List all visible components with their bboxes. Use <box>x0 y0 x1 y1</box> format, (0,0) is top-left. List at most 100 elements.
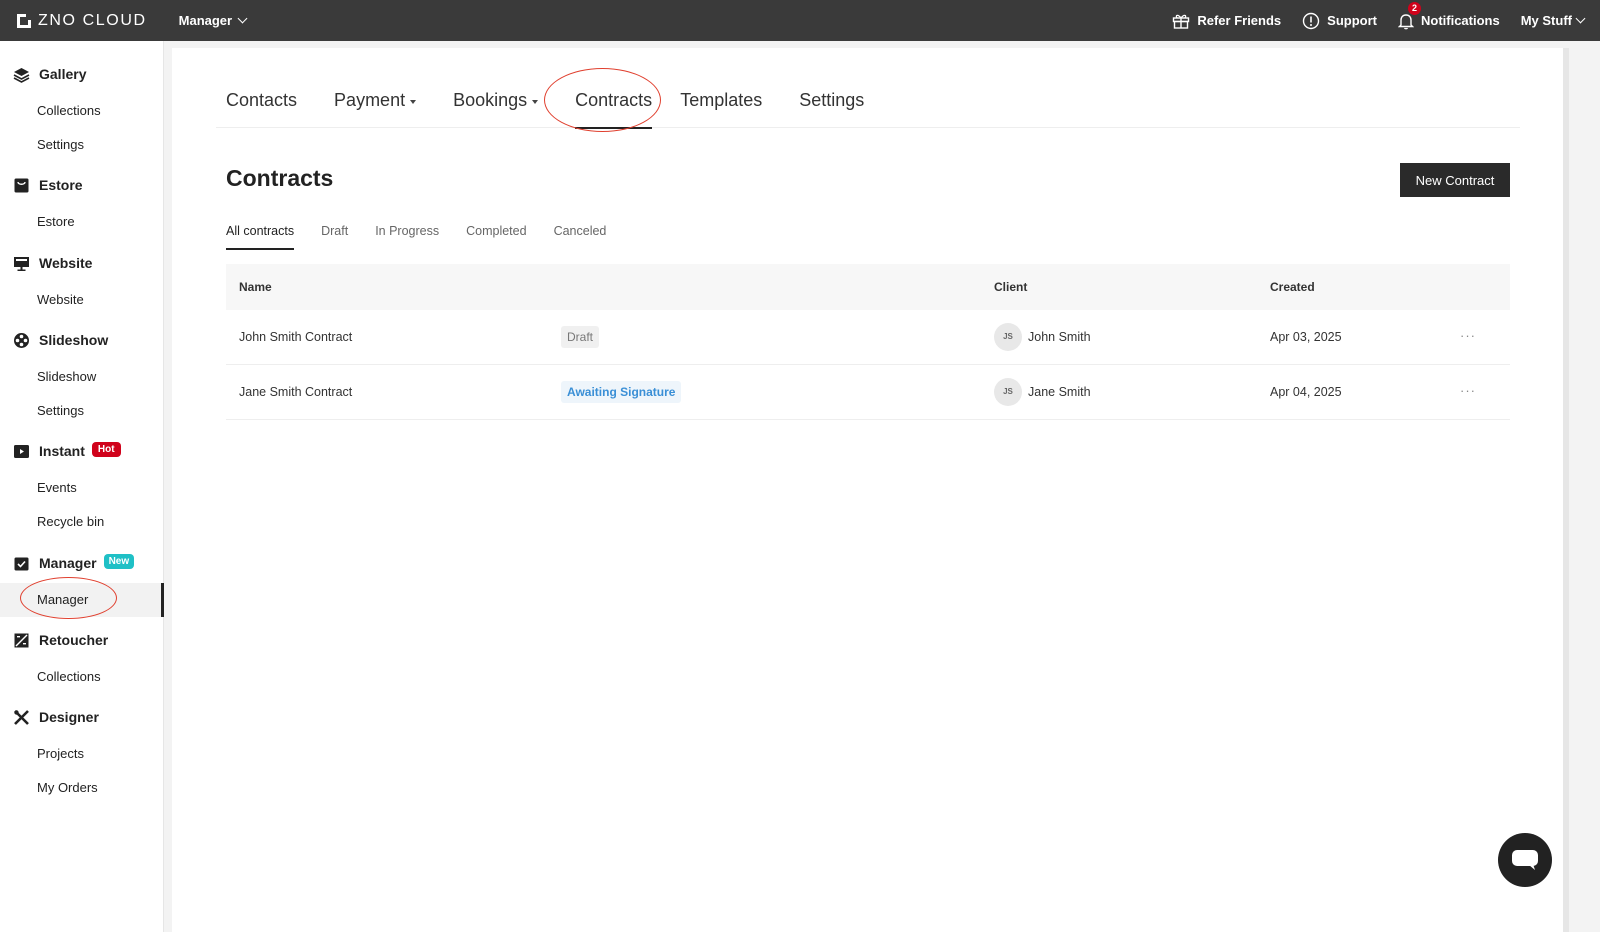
sidebar-item-slideshow[interactable]: Slideshow <box>0 328 164 352</box>
tab-templates[interactable]: Templates <box>670 76 762 128</box>
tab-contacts[interactable]: Contacts <box>216 76 297 128</box>
column-header-client[interactable]: Client <box>994 280 1027 294</box>
client-name: John Smith <box>1028 330 1091 344</box>
subtab-completed[interactable]: Completed <box>466 220 526 250</box>
contracts-table: Name Client Created John Smith Contract … <box>226 264 1510 420</box>
refer-friends-label: Refer Friends <box>1197 13 1282 28</box>
contract-name[interactable]: John Smith Contract <box>239 330 352 344</box>
logo[interactable]: ZNO CLOUD <box>17 12 147 30</box>
tab-label: Templates <box>680 90 763 110</box>
design-tools-icon <box>13 709 30 726</box>
tab-contracts[interactable]: Contracts <box>565 76 653 129</box>
new-badge: New <box>103 553 135 569</box>
page-title: Contracts <box>226 165 334 191</box>
sidebar-item-instant-recycle-bin[interactable]: Recycle bin <box>0 505 164 539</box>
my-stuff-menu[interactable]: My Stuff <box>1520 13 1586 28</box>
sidebar-section-label: Instant <box>39 443 85 459</box>
sidebar-item-website-website[interactable]: Website <box>0 283 164 317</box>
sidebar-section-retoucher: Retoucher Collections <box>0 628 164 694</box>
notifications-link[interactable]: 2 Notifications <box>1397 1 1500 30</box>
column-header-created[interactable]: Created <box>1270 280 1315 294</box>
new-contract-button[interactable]: New Contract <box>1400 163 1510 197</box>
tab-payment[interactable]: Payment <box>324 76 417 128</box>
sidebar-item-retoucher[interactable]: Retoucher <box>0 628 164 652</box>
sidebar-item-slideshow-settings[interactable]: Settings <box>0 394 164 428</box>
caret-down-icon <box>532 99 539 104</box>
created-date: Apr 04, 2025 <box>1270 385 1342 399</box>
video-camera-icon <box>13 443 30 460</box>
app-switcher-label: Manager <box>178 13 233 28</box>
chat-button[interactable] <box>1498 833 1552 887</box>
notifications-label: Notifications <box>1420 13 1500 28</box>
sidebar-item-designer[interactable]: Designer <box>0 705 164 729</box>
chevron-down-icon <box>1575 13 1586 24</box>
sidebar-item-instant[interactable]: Instant Hot <box>0 439 164 463</box>
tab-bookings[interactable]: Bookings <box>443 76 539 128</box>
subtab-all-contracts[interactable]: All contracts <box>226 220 295 250</box>
sidebar-item-instant-events[interactable]: Events <box>0 471 164 505</box>
more-options-icon[interactable]: ··· <box>1460 328 1476 343</box>
sidebar-item-gallery-collections[interactable]: Collections <box>0 94 164 128</box>
sidebar-section-instant: Instant Hot Events Recycle bin <box>0 439 164 539</box>
logo-text: ZNO CLOUD <box>38 11 147 29</box>
film-reel-icon <box>13 332 30 349</box>
contract-name[interactable]: Jane Smith Contract <box>239 385 352 399</box>
sidebar-section-website: Website Website <box>0 251 164 317</box>
table-row[interactable]: John Smith Contract Draft JS John Smith … <box>226 310 1510 365</box>
sidebar-item-designer-projects[interactable]: Projects <box>0 737 164 771</box>
hot-badge: Hot <box>91 441 121 457</box>
manager-tabs: Contacts Payment Bookings Contracts Temp… <box>216 76 1520 129</box>
column-header-name[interactable]: Name <box>239 280 272 294</box>
app-switcher[interactable]: Manager <box>178 13 248 28</box>
gift-icon <box>1173 14 1190 29</box>
subtab-in-progress[interactable]: In Progress <box>375 220 439 250</box>
sidebar-item-website[interactable]: Website <box>0 251 164 275</box>
sidebar-section-manager: Manager New Manager <box>0 551 164 617</box>
chat-bubble-icon <box>1512 850 1538 870</box>
caret-down-icon <box>410 99 417 104</box>
sidebar-item-designer-my-orders[interactable]: My Orders <box>0 771 164 805</box>
logo-mark <box>17 13 31 28</box>
table-header: Name Client Created <box>226 264 1510 310</box>
sidebar-item-estore-estore[interactable]: Estore <box>0 205 164 239</box>
sidebar-section-label: Manager <box>39 555 97 571</box>
refer-friends-link[interactable]: Refer Friends <box>1172 13 1281 29</box>
status-badge: Draft <box>561 326 600 348</box>
sidebar-item-gallery[interactable]: Gallery <box>0 62 164 86</box>
main-panel: Contacts Payment Bookings Contracts Temp… <box>172 48 1564 932</box>
sidebar-section-label: Designer <box>39 709 99 725</box>
client-name: Jane Smith <box>1028 385 1091 399</box>
tab-label: Payment <box>334 90 406 110</box>
sidebar-item-slideshow-slideshow[interactable]: Slideshow <box>0 360 164 394</box>
sidebar-section-gallery: Gallery Collections Settings <box>0 62 164 162</box>
sidebar-item-estore[interactable]: Estore <box>0 173 164 197</box>
tab-label: Contracts <box>575 90 653 110</box>
my-stuff-label: My Stuff <box>1520 13 1572 28</box>
scrollbar[interactable] <box>1563 48 1569 932</box>
sidebar-section-slideshow: Slideshow Slideshow Settings <box>0 328 164 428</box>
sidebar-item-manager-manager[interactable]: Manager <box>0 583 164 617</box>
sidebar-section-label: Slideshow <box>39 332 109 348</box>
chevron-down-icon <box>237 13 248 24</box>
sidebar-section-label: Website <box>39 255 93 271</box>
store-icon <box>13 177 30 194</box>
subtab-draft[interactable]: Draft <box>321 220 348 250</box>
sidebar-section-designer: Designer Projects My Orders <box>0 705 164 805</box>
table-row[interactable]: Jane Smith Contract Awaiting Signature J… <box>226 365 1510 420</box>
layers-icon <box>13 66 30 83</box>
sidebar-section-estore: Estore Estore <box>0 173 164 239</box>
sidebar: Gallery Collections Settings Estore Esto… <box>0 41 164 932</box>
support-link[interactable]: Support <box>1302 12 1377 30</box>
calendar-check-icon <box>13 555 30 572</box>
sidebar-item-retoucher-collections[interactable]: Collections <box>0 660 164 694</box>
more-options-icon[interactable]: ··· <box>1460 383 1476 398</box>
sidebar-section-label: Gallery <box>39 66 87 82</box>
sidebar-item-manager[interactable]: Manager New <box>0 551 164 575</box>
support-label: Support <box>1327 13 1377 28</box>
sidebar-item-gallery-settings[interactable]: Settings <box>0 128 164 162</box>
avatar: JS <box>994 323 1022 351</box>
subtab-canceled[interactable]: Canceled <box>554 220 607 250</box>
tab-label: Contacts <box>226 90 298 110</box>
tab-settings[interactable]: Settings <box>789 76 864 128</box>
sidebar-section-label: Retoucher <box>39 632 109 648</box>
